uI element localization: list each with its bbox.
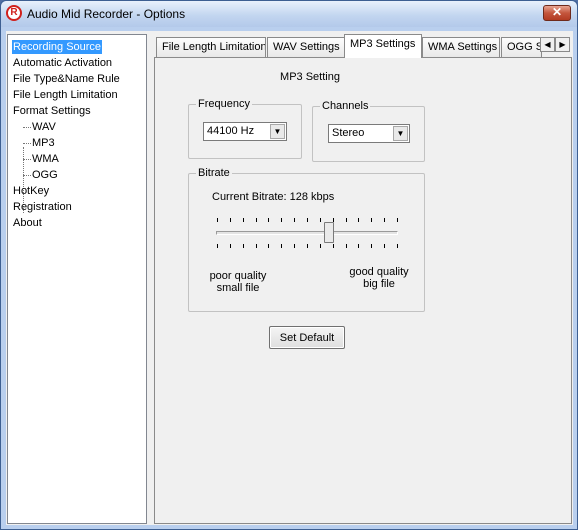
slider-tick xyxy=(384,218,385,222)
low-quality-caption: poor quality small file xyxy=(202,270,274,294)
title-bar[interactable]: R Audio Mid Recorder - Options ✕ xyxy=(1,1,577,27)
slider-tick xyxy=(281,218,282,222)
set-default-button[interactable]: Set Default xyxy=(269,326,345,349)
tab-mp3-settings[interactable]: MP3 Settings xyxy=(344,34,422,58)
tree-item-recording-source[interactable]: Recording Source xyxy=(12,40,103,54)
slider-ticks-bottom xyxy=(217,244,398,249)
slider-tick xyxy=(358,218,359,222)
slider-tick xyxy=(307,244,308,248)
slider-tick xyxy=(307,218,308,222)
tab-control: File Length Limitation WAV Settings MP3 … xyxy=(154,34,572,524)
tab-file-length-limitation[interactable]: File Length Limitation xyxy=(156,37,266,57)
slider-tick xyxy=(333,244,334,248)
channels-select[interactable]: Stereo ▼ xyxy=(328,124,410,143)
frequency-value: 44100 Hz xyxy=(207,125,255,137)
slider-tick xyxy=(268,244,269,248)
frequency-select[interactable]: 44100 Hz ▼ xyxy=(203,122,287,141)
tab-wav-settings[interactable]: WAV Settings xyxy=(267,37,345,57)
slider-tick xyxy=(294,244,295,248)
tree-connector xyxy=(23,143,31,144)
slider-tick xyxy=(217,244,218,248)
tab-ogg-settings[interactable]: OGG Settings xyxy=(501,37,542,57)
tree-item-mp3[interactable]: MP3 xyxy=(31,136,56,150)
slider-tick xyxy=(256,218,257,222)
slider-tick xyxy=(371,244,372,248)
app-record-icon: R xyxy=(6,5,22,21)
tab-scroll-right-icon[interactable]: ▶ xyxy=(555,37,570,52)
slider-tick xyxy=(243,244,244,248)
slider-tick xyxy=(320,218,321,222)
mp3-settings-panel: MP3 Setting Frequency 44100 Hz ▼ Channel… xyxy=(154,57,572,524)
tree-connector xyxy=(23,159,31,160)
slider-tick xyxy=(281,244,282,248)
tree-item-format-settings[interactable]: Format Settings xyxy=(12,104,92,118)
high-quality-line1: good quality xyxy=(349,266,409,278)
window-title: Audio Mid Recorder - Options xyxy=(27,7,186,21)
bitrate-label: Bitrate xyxy=(196,167,232,179)
slider-tick xyxy=(397,244,398,248)
channels-group: Channels Stereo ▼ xyxy=(312,100,425,162)
tree-item-file-length-limitation[interactable]: File Length Limitation xyxy=(12,88,119,102)
settings-tree[interactable]: Recording Source Automatic Activation Fi… xyxy=(7,34,147,524)
slider-tick xyxy=(346,244,347,248)
current-bitrate-text: Current Bitrate: 128 kbps xyxy=(212,191,335,203)
tree-item-ogg[interactable]: OGG xyxy=(31,168,59,182)
tree-item-automatic-activation[interactable]: Automatic Activation xyxy=(12,56,113,70)
frequency-label: Frequency xyxy=(196,98,252,110)
bitrate-slider-track[interactable] xyxy=(216,231,398,235)
slider-tick xyxy=(256,244,257,248)
slider-tick xyxy=(268,218,269,222)
tab-scroll-left-icon[interactable]: ◀ xyxy=(540,37,555,52)
slider-tick xyxy=(230,244,231,248)
high-quality-caption: good quality big file xyxy=(340,266,418,290)
close-button[interactable]: ✕ xyxy=(543,5,571,21)
tree-item-hotkey[interactable]: HotKey xyxy=(12,184,50,198)
slider-tick xyxy=(358,244,359,248)
low-quality-line1: poor quality xyxy=(209,270,267,282)
low-quality-line2: small file xyxy=(216,282,260,294)
tree-connector xyxy=(23,127,31,128)
slider-tick xyxy=(230,218,231,222)
chevron-down-icon[interactable]: ▼ xyxy=(270,124,285,139)
tab-wma-settings[interactable]: WMA Settings xyxy=(422,37,500,57)
frequency-group: Frequency 44100 Hz ▼ xyxy=(188,98,302,159)
slider-tick xyxy=(243,218,244,222)
bitrate-slider-thumb[interactable] xyxy=(324,222,334,243)
tree-item-about[interactable]: About xyxy=(12,216,43,230)
tree-item-wav[interactable]: WAV xyxy=(31,120,57,134)
high-quality-line2: big file xyxy=(363,278,395,290)
slider-tick xyxy=(371,218,372,222)
channels-label: Channels xyxy=(320,100,371,112)
bitrate-group: Bitrate Current Bitrate: 128 kbps poor q… xyxy=(188,167,425,312)
slider-tick xyxy=(294,218,295,222)
slider-tick xyxy=(217,218,218,222)
channels-value: Stereo xyxy=(332,127,365,139)
slider-tick xyxy=(346,218,347,222)
chevron-down-icon[interactable]: ▼ xyxy=(393,126,408,141)
tree-item-registration[interactable]: Registration xyxy=(12,200,73,214)
slider-ticks-top xyxy=(217,218,398,223)
tree-connector xyxy=(23,175,31,176)
slider-tick xyxy=(320,244,321,248)
tree-item-file-type-name-rule[interactable]: File Type&Name Rule xyxy=(12,72,121,86)
slider-tick xyxy=(384,244,385,248)
options-window: R Audio Mid Recorder - Options ✕ Recordi… xyxy=(0,0,578,530)
tree-item-wma[interactable]: WMA xyxy=(31,152,60,166)
slider-tick xyxy=(397,218,398,222)
client-area: Recording Source Automatic Activation Fi… xyxy=(6,31,573,525)
mp3-setting-heading: MP3 Setting xyxy=(280,71,340,83)
